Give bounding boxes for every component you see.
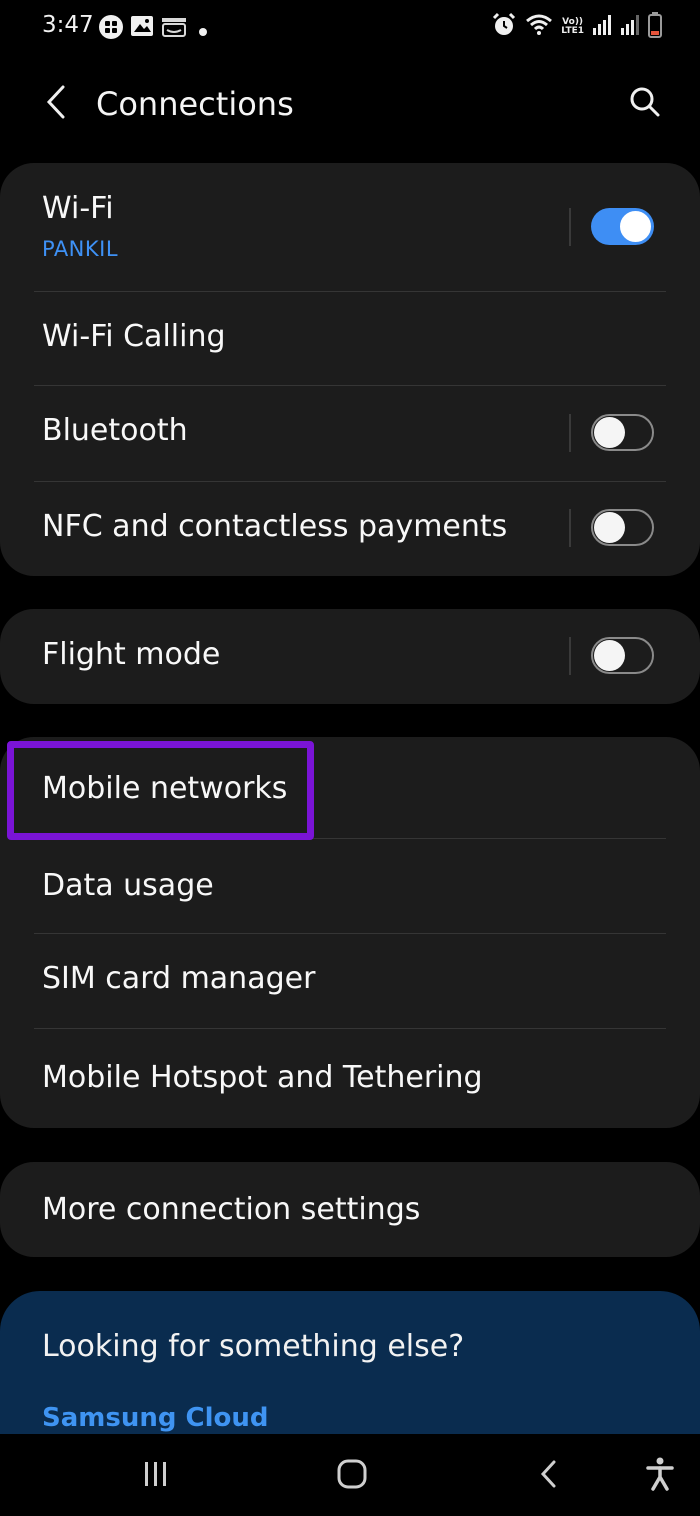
toggle-separator (569, 637, 571, 675)
accessibility-button[interactable] (640, 1454, 680, 1498)
hotspot-row[interactable]: Mobile Hotspot and Tethering (0, 1028, 700, 1128)
toggle-knob (594, 417, 625, 448)
chevron-left-icon (45, 85, 67, 123)
amazon-icon (160, 16, 188, 42)
dot-icon (198, 22, 208, 41)
back-icon (538, 1459, 558, 1493)
toggle-knob (594, 640, 625, 671)
back-button[interactable] (36, 82, 76, 126)
home-icon (336, 1458, 368, 1494)
settings-group-wireless: Wi-Fi PANKIL Wi-Fi Calling Bluetooth NFC… (0, 163, 700, 576)
sim-card-manager-label: SIM card manager (42, 961, 316, 996)
flight-mode-toggle[interactable] (591, 637, 654, 674)
navigation-bar (0, 1434, 700, 1516)
search-button[interactable] (622, 82, 668, 126)
bluetooth-row[interactable]: Bluetooth (0, 385, 700, 481)
recent-apps-button[interactable] (136, 1454, 176, 1498)
accessibility-icon (645, 1457, 675, 1495)
toggle-separator (569, 509, 571, 547)
extension-icon (98, 14, 124, 44)
data-usage-label: Data usage (42, 868, 214, 903)
more-connection-settings-row[interactable]: More connection settings (0, 1162, 700, 1257)
status-icons: Vo)) LTE1 (491, 12, 662, 42)
alarm-icon (491, 12, 517, 42)
signal-icon (592, 14, 612, 40)
settings-group-more: More connection settings (0, 1162, 700, 1257)
app-header: Connections (0, 62, 700, 146)
highlight-annotation (7, 741, 314, 840)
volte-lte-icon: Vo)) LTE1 (561, 17, 584, 36)
hotspot-label: Mobile Hotspot and Tethering (42, 1060, 483, 1095)
home-button[interactable] (330, 1454, 374, 1498)
samsung-cloud-link[interactable]: Samsung Cloud (42, 1403, 269, 1433)
suggestion-card: Looking for something else? Samsung Clou… (0, 1291, 700, 1441)
nfc-row[interactable]: NFC and contactless payments (0, 481, 700, 576)
wifi-network-name: PANKIL (42, 237, 119, 261)
wifi-calling-row[interactable]: Wi-Fi Calling (0, 291, 700, 385)
toggle-separator (569, 208, 571, 246)
toggle-separator (569, 414, 571, 452)
more-connection-settings-label: More connection settings (42, 1192, 421, 1227)
page-title: Connections (96, 85, 294, 123)
suggestion-title: Looking for something else? (42, 1329, 465, 1364)
wifi-label: Wi-Fi (42, 191, 114, 226)
recent-apps-icon (141, 1460, 171, 1492)
settings-group-flight: Flight mode (0, 609, 700, 704)
flight-mode-row[interactable]: Flight mode (0, 609, 700, 704)
wifi-row[interactable]: Wi-Fi PANKIL (0, 163, 700, 291)
battery-icon (648, 12, 662, 42)
bluetooth-toggle[interactable] (591, 414, 654, 451)
signal-icon (620, 14, 640, 40)
nav-back-button[interactable] (530, 1454, 566, 1498)
status-time: 3:47 (42, 12, 94, 38)
wifi-calling-label: Wi-Fi Calling (42, 319, 226, 354)
status-bar: 3:47 Vo)) LTE1 (0, 0, 700, 56)
toggle-knob (618, 209, 653, 244)
wifi-calling-icon (525, 13, 553, 41)
data-usage-row[interactable]: Data usage (0, 838, 700, 933)
bluetooth-label: Bluetooth (42, 413, 188, 448)
toggle-knob (594, 512, 625, 543)
nfc-toggle[interactable] (591, 509, 654, 546)
wifi-toggle[interactable] (591, 208, 654, 245)
search-icon (629, 86, 661, 122)
gallery-icon (130, 14, 154, 42)
sim-card-manager-row[interactable]: SIM card manager (0, 933, 700, 1028)
nfc-label: NFC and contactless payments (42, 509, 508, 544)
flight-mode-label: Flight mode (42, 637, 221, 672)
